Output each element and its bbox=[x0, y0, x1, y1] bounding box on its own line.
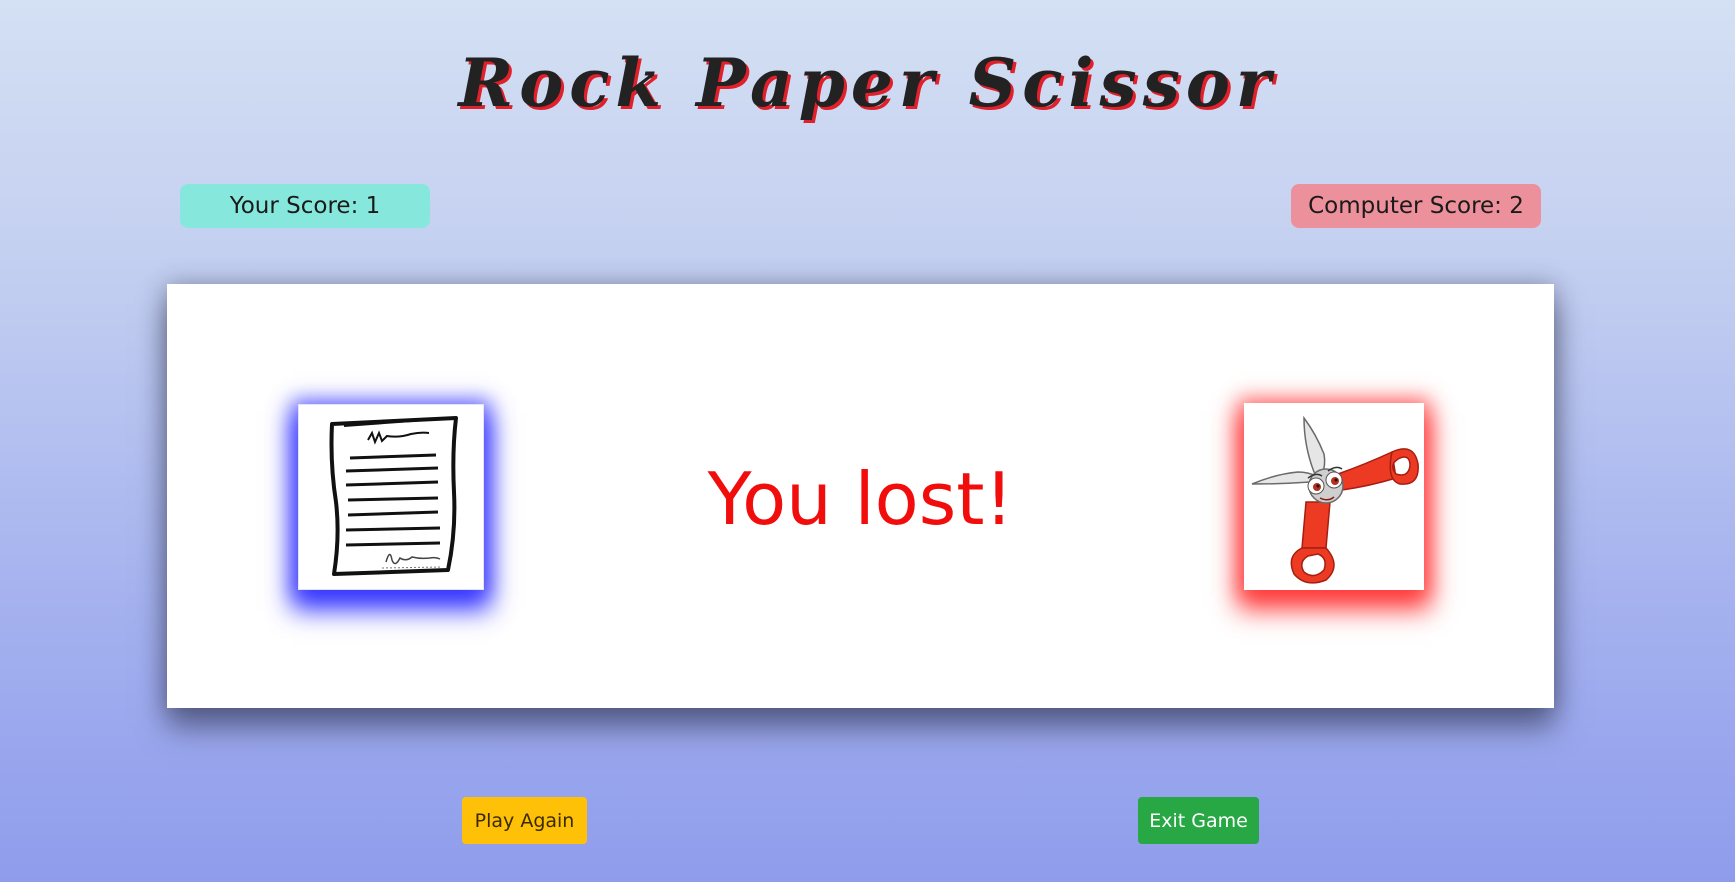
round-result-text: You lost! bbox=[707, 457, 1014, 541]
game-title: Rock Paper Scissor bbox=[458, 44, 1277, 122]
paper-icon bbox=[329, 416, 458, 576]
game-arena: You lost! bbox=[167, 284, 1554, 708]
user-score-badge: Your Score: 1 bbox=[180, 184, 430, 228]
scissors-icon bbox=[1251, 415, 1419, 584]
computer-choice-card bbox=[1244, 403, 1424, 590]
exit-game-button[interactable]: Exit Game bbox=[1138, 797, 1259, 844]
user-choice-card bbox=[298, 404, 484, 590]
play-again-button[interactable]: Play Again bbox=[462, 797, 587, 844]
computer-score-badge: Computer Score: 2 bbox=[1291, 184, 1541, 228]
